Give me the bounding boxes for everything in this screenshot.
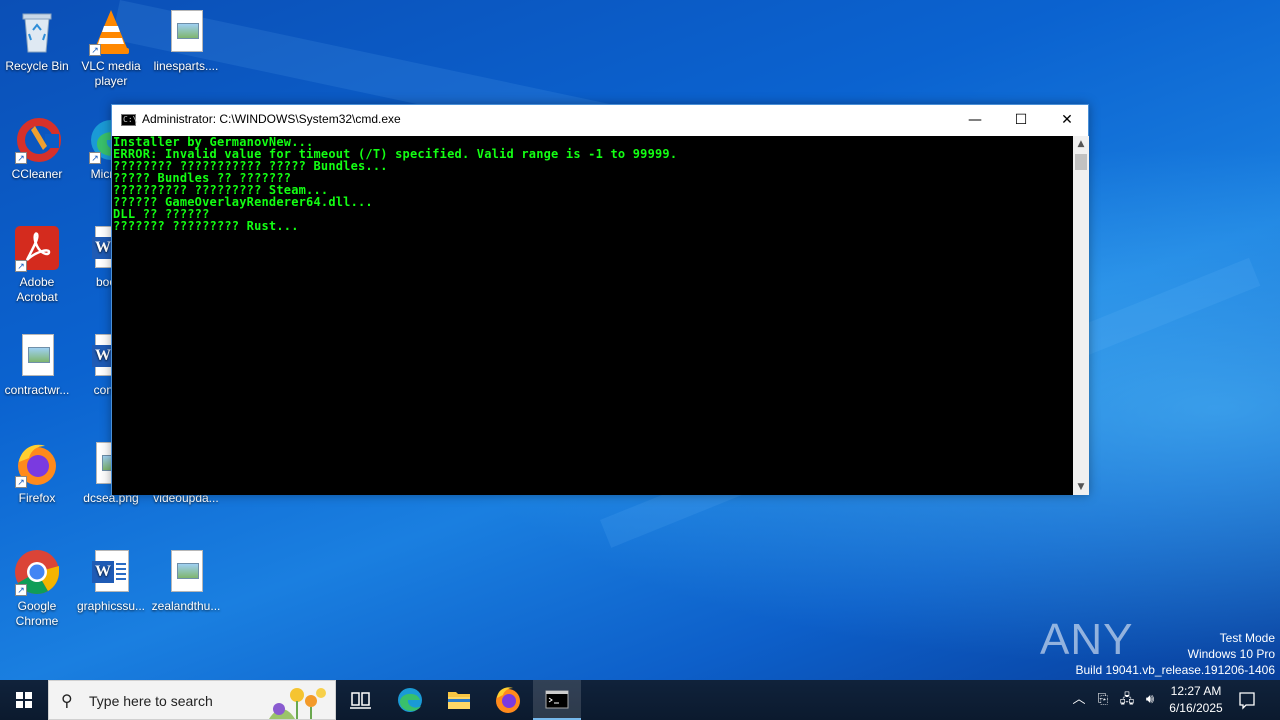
shortcut-arrow-icon: ↗	[89, 152, 101, 164]
image-file-icon	[162, 8, 210, 56]
cmd-icon	[545, 690, 569, 709]
start-button[interactable]	[0, 680, 48, 720]
cmd-window[interactable]: C:\ Administrator: C:\WINDOWS\System32\c…	[111, 104, 1089, 495]
desktop-icon-graphicssu[interactable]: W graphicssu...	[73, 548, 149, 614]
image-file-icon	[13, 332, 61, 380]
desktop-icon-label: linesparts....	[153, 59, 219, 73]
shortcut-arrow-icon: ↗	[15, 260, 27, 272]
shortcut-arrow-icon: ↗	[15, 584, 27, 596]
clock-time: 12:27 AM	[1170, 684, 1222, 698]
desktop-icon-label: contractwr...	[4, 383, 70, 397]
firefox-icon: ↗	[13, 440, 61, 488]
cmd-app-icon: C:\	[121, 114, 138, 126]
action-center-notification-icon[interactable]	[1236, 680, 1258, 720]
edge-icon	[398, 688, 422, 712]
desktop-icon-label: Firefox	[18, 491, 56, 505]
desktop-icon-label: graphicssu...	[76, 599, 146, 613]
desktop-icon-label: Recycle Bin	[5, 59, 69, 73]
taskbar-file-explorer-button[interactable]	[435, 680, 483, 720]
search-highlight-flowers-icon	[259, 683, 331, 719]
taskbar-firefox-button[interactable]	[484, 680, 532, 720]
desktop-icon-linesparts[interactable]: linesparts....	[148, 8, 224, 74]
console-line: ??????? ????????? Rust...	[113, 219, 299, 233]
desktop-icon-label: Adobe Acrobat	[16, 275, 58, 304]
desktop-icon-recycle-bin[interactable]: Recycle Bin	[0, 8, 75, 74]
vertical-scrollbar[interactable]: ▲ ▼	[1073, 136, 1089, 495]
vlc-icon: ↗	[87, 8, 135, 56]
desktop-icon-label: CCleaner	[11, 167, 63, 181]
acrobat-icon: ↗	[13, 224, 61, 272]
ccleaner-icon: ↗	[13, 116, 61, 164]
desktop-icon-adobe-acrobat[interactable]: ↗ Adobe Acrobat	[0, 224, 75, 305]
desktop-icon-zealandthu[interactable]: zealandthu...	[148, 548, 224, 614]
maximize-button[interactable]: ☐	[998, 105, 1044, 135]
taskbar-clock[interactable]: 12:27 AM 6/16/2025	[1163, 683, 1229, 717]
windows-watermark: Test Mode Windows 10 Pro Build 19041.vb_…	[1076, 630, 1276, 678]
desktop-icon-firefox[interactable]: ↗ Firefox	[0, 440, 75, 506]
console-line: ?????? GameOverlayRenderer64.dll...	[113, 195, 373, 209]
scroll-up-icon[interactable]: ▲	[1073, 136, 1089, 152]
meet-now-icon[interactable]: ⎘	[1093, 680, 1113, 720]
taskbar-cmd-button[interactable]	[533, 680, 581, 720]
network-icon[interactable]: 🖧	[1117, 680, 1137, 720]
minimize-button[interactable]: —	[952, 105, 998, 135]
search-icon: ⚲	[61, 691, 73, 710]
watermark-edition: Windows 10 Pro	[1187, 647, 1275, 661]
task-view-icon	[350, 692, 371, 709]
close-button[interactable]: ✕	[1044, 105, 1090, 135]
windows-logo-icon	[16, 692, 32, 708]
desktop-icon-vlc[interactable]: ↗ VLC media player	[73, 8, 149, 89]
recycle-bin-icon	[13, 8, 61, 56]
search-placeholder: Type here to search	[89, 693, 213, 709]
volume-icon[interactable]: 🔊︎	[1140, 680, 1160, 720]
desktop-icon-ccleaner[interactable]: ↗ CCleaner	[0, 116, 75, 182]
desktop-icon-contractwr[interactable]: contractwr...	[0, 332, 75, 398]
window-title: Administrator: C:\WINDOWS\System32\cmd.e…	[142, 112, 401, 126]
firefox-icon	[496, 687, 520, 713]
folder-icon	[448, 692, 470, 709]
desktop-icon-label: Google Chrome	[15, 599, 59, 628]
clock-date: 6/16/2025	[1169, 701, 1223, 715]
watermark-test-mode: Test Mode	[1219, 631, 1275, 645]
shortcut-arrow-icon: ↗	[15, 476, 27, 488]
scrollbar-thumb[interactable]	[1075, 154, 1087, 170]
watermark-build: Build 19041.vb_release.191206-1406	[1075, 663, 1276, 677]
shortcut-arrow-icon: ↗	[89, 44, 101, 56]
search-box[interactable]: ⚲ Type here to search	[48, 680, 336, 720]
task-view-button[interactable]	[336, 680, 384, 720]
word-document-icon: W	[87, 548, 135, 596]
desktop-icon-google-chrome[interactable]: ↗ Google Chrome	[0, 548, 75, 629]
taskbar: ⚲ Type here to search ︿ ⎘ 🖧 🔊︎ 12:27 AM …	[0, 680, 1280, 720]
scroll-down-icon[interactable]: ▼	[1073, 479, 1089, 495]
taskbar-edge-button[interactable]	[386, 680, 434, 720]
show-hidden-icons-chevron-icon[interactable]: ︿	[1070, 680, 1088, 720]
chrome-icon: ↗	[13, 548, 61, 596]
image-file-icon	[162, 548, 210, 596]
window-titlebar[interactable]: C:\ Administrator: C:\WINDOWS\System32\c…	[112, 105, 1088, 136]
desktop-icon-label: VLC media player	[81, 59, 141, 88]
shortcut-arrow-icon: ↗	[15, 152, 27, 164]
console-output[interactable]: Installer by GermanovNew... ERROR: Inval…	[112, 136, 1073, 495]
desktop-icon-label: zealandthu...	[151, 599, 221, 613]
desktop: Recycle Bin ↗ CCleaner ↗ Adobe Acrobat c…	[0, 0, 1280, 680]
